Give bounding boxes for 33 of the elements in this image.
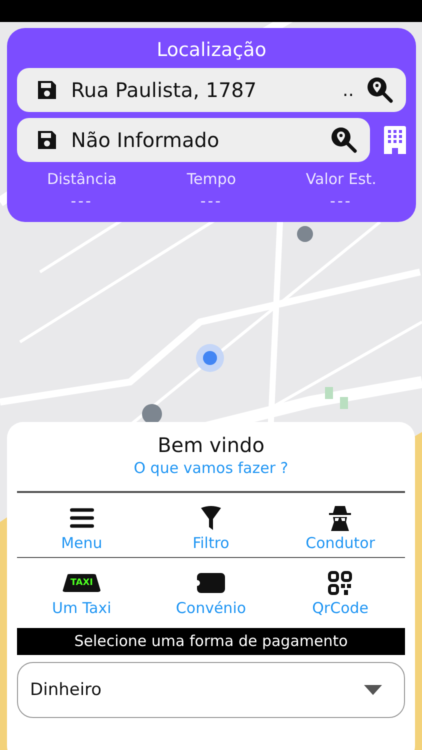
search-icon[interactable] (330, 126, 358, 154)
building-icon[interactable] (384, 126, 406, 154)
address-field[interactable]: Não Informado (17, 118, 370, 162)
caret-icon (364, 685, 382, 695)
action-button[interactable]: Condutor (276, 504, 405, 552)
stat-label: Distância (46, 170, 117, 188)
location-marker (196, 344, 224, 372)
card-title: Localização (156, 38, 268, 62)
spy-icon (329, 504, 352, 530)
action-button[interactable]: Convénio (146, 570, 276, 618)
save-icon[interactable] (35, 128, 59, 152)
action-button[interactable]: Filtro (146, 504, 276, 552)
payment-banner: Selecione uma forma de pagamento (17, 628, 405, 655)
stat-value: --- (70, 192, 93, 210)
stat-label: Valor Est. (306, 170, 376, 188)
stat-value: --- (330, 192, 352, 210)
qrcode-icon (328, 571, 352, 595)
payment-select[interactable]: Dinheiro (17, 662, 405, 718)
ticket-icon (196, 573, 225, 593)
action-button[interactable]: Menu (17, 504, 146, 552)
welcome-title: Bem vindo (156, 432, 266, 458)
address-field[interactable]: Rua Paulista, 1787 .. (17, 68, 406, 112)
more-indicator: .. (342, 80, 354, 100)
taxi-sign: TAXI (62, 574, 102, 592)
stat-value: --- (200, 192, 223, 210)
welcome-subtitle: O que vamos fazer ? (132, 458, 290, 478)
action-button[interactable]: TAXI Um Taxi (17, 570, 146, 618)
stat-label: Tempo (186, 170, 236, 188)
search-icon[interactable] (366, 76, 394, 104)
action-button[interactable]: QrCode (276, 570, 405, 618)
funnel-icon (198, 504, 223, 530)
save-icon[interactable] (35, 78, 59, 102)
menu-icon (70, 508, 94, 528)
